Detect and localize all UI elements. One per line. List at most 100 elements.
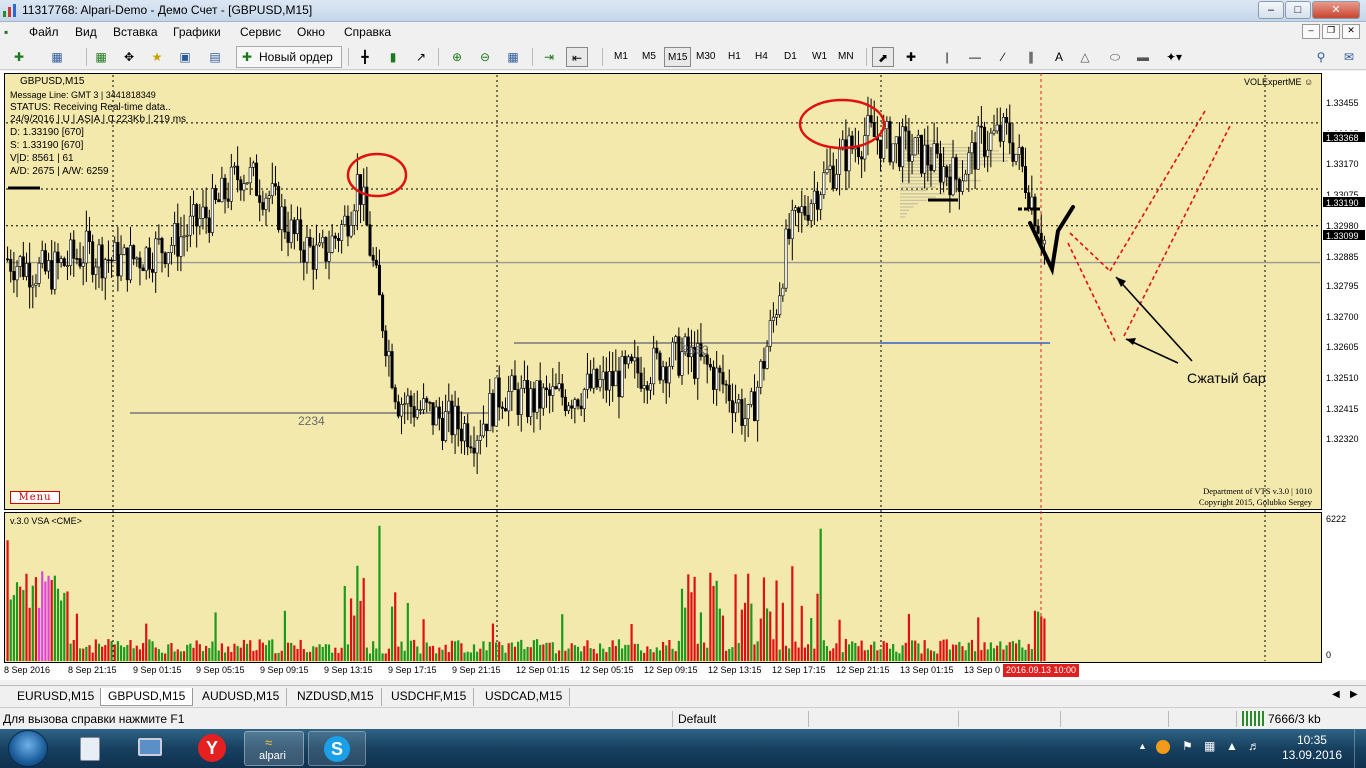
zoom-out-icon[interactable]: ⊖: [474, 47, 496, 67]
taskbar-skype[interactable]: S: [308, 731, 366, 766]
menu-button[interactable]: Menu: [10, 491, 60, 504]
time-tick-label: 9 Sep 21:15: [452, 665, 501, 675]
mdi-restore-button[interactable]: ❐: [1322, 24, 1340, 39]
time-tick-label: 9 Sep 13:15: [324, 665, 373, 675]
label-tool-icon[interactable]: △: [1074, 47, 1096, 67]
new-order-button[interactable]: ✚ Новый ордер: [236, 46, 342, 68]
volume-panel[interactable]: [4, 512, 1322, 663]
tab-audusd[interactable]: AUDUSD,M15: [195, 688, 288, 706]
search-icon[interactable]: ⚲: [1310, 47, 1332, 67]
market-watch-icon[interactable]: ▦: [90, 47, 112, 67]
navigator-icon[interactable]: ★: [146, 47, 168, 67]
start-button[interactable]: [8, 730, 48, 767]
status-separator: [958, 711, 959, 727]
tray-volume-icon[interactable]: ♬: [1248, 739, 1260, 753]
crosshair-icon[interactable]: ✥: [118, 47, 140, 67]
time-tick-label: 9 Sep 09:15: [260, 665, 309, 675]
ad-line: A/D: 2675 | A/W: 6259: [10, 165, 109, 177]
toolbar-separator: [532, 48, 533, 66]
tabs-scroll-right-icon[interactable]: ▶: [1350, 689, 1358, 700]
zoom-in-icon[interactable]: ⊕: [446, 47, 468, 67]
tile-windows-icon[interactable]: ▦: [502, 47, 524, 67]
cross-tool-icon[interactable]: ✚: [900, 47, 922, 67]
trendline-icon[interactable]: ∕: [992, 47, 1014, 67]
timeframe-d1[interactable]: D1: [781, 47, 800, 67]
menu-view[interactable]: Вид: [75, 25, 97, 39]
time-tick-label: 12 Sep 21:15: [836, 665, 890, 675]
timeframe-m30[interactable]: M30: [693, 47, 718, 67]
tab-usdcad[interactable]: USDCAD,M15: [478, 688, 571, 706]
show-desktop-button[interactable]: [1354, 729, 1366, 768]
terminal-icon[interactable]: ▣: [174, 47, 196, 67]
minimize-button[interactable]: –: [1258, 1, 1284, 19]
tray-app-icon[interactable]: [1156, 740, 1170, 754]
profiles-icon[interactable]: ▦: [46, 47, 68, 67]
mdi-close-button[interactable]: ✕: [1342, 24, 1360, 39]
menu-window[interactable]: Окно: [297, 25, 325, 39]
mdi-minimize-button[interactable]: –: [1302, 24, 1320, 39]
tabs-scroll-left-icon[interactable]: ◀: [1332, 689, 1340, 700]
volume-max-label: 6222: [1326, 514, 1347, 524]
tray-signal-icon[interactable]: ▲: [1226, 739, 1238, 753]
timeframe-m1[interactable]: M1: [611, 47, 631, 67]
vertical-line-icon[interactable]: |: [936, 47, 958, 67]
new-order-label: Новый ордер: [259, 50, 333, 64]
horizontal-line-icon[interactable]: —: [964, 47, 986, 67]
tab-usdchf[interactable]: USDCHF,M15: [384, 688, 475, 706]
d-line: D: 1.33190 [670]: [10, 127, 84, 139]
chart-shift-icon[interactable]: ⇤: [566, 47, 588, 67]
line-chart-icon[interactable]: ↗: [410, 47, 432, 67]
chat-icon[interactable]: ✉: [1338, 47, 1360, 67]
tray-network-icon[interactable]: ▦: [1204, 739, 1215, 753]
menu-file[interactable]: Файл: [29, 25, 59, 39]
tester-icon[interactable]: ▤: [204, 47, 226, 67]
candlestick-icon[interactable]: ▮: [382, 47, 404, 67]
channel-icon[interactable]: ∥: [1020, 47, 1042, 67]
shapes-menu-icon[interactable]: ✦▾: [1160, 47, 1188, 67]
profile-name: Default: [678, 712, 717, 726]
taskbar-computer[interactable]: [122, 731, 178, 766]
credits-line-2: Copyright 2015, Golubko Sergey: [1198, 497, 1312, 507]
tray-flag-icon[interactable]: ⚑: [1182, 739, 1193, 753]
menu-bar: ▪ Файл Вид Вставка Графики Сервис Окно С…: [0, 22, 1366, 42]
status-separator: [1060, 711, 1061, 727]
bar-chart-icon[interactable]: ╋: [354, 47, 376, 67]
alpari-icon: ≈: [265, 735, 273, 750]
time-tick-label: 13 Sep 01:15: [900, 665, 954, 675]
price-tick-label: 1.32700: [1326, 312, 1359, 322]
timeframe-h4[interactable]: H4: [752, 47, 771, 67]
timeframe-mn[interactable]: MN: [835, 47, 857, 67]
toolbar-separator: [86, 48, 87, 66]
vd-line: V|D: 8561 | 61: [10, 152, 74, 164]
new-chart-icon[interactable]: ✚: [8, 47, 30, 67]
tab-gbpusd[interactable]: GBPUSD,M15: [100, 688, 194, 706]
time-axis: 13 Sep 0 13 Sep 01:15 12 Sep 21:15 12 Sep 1…: [0, 663, 1366, 680]
menu-insert[interactable]: Вставка: [113, 25, 158, 39]
timeframe-h1[interactable]: H1: [725, 47, 744, 67]
autoscroll-icon[interactable]: ⇥: [538, 47, 560, 67]
cursor-icon[interactable]: ⬈: [872, 47, 894, 67]
taskbar-calculator[interactable]: [62, 731, 118, 766]
timeframe-m5[interactable]: M5: [639, 47, 659, 67]
text-tool-icon[interactable]: A: [1048, 47, 1070, 67]
time-tick-label: 8 Sep 21:15: [68, 665, 117, 675]
taskbar-yandex[interactable]: Y: [184, 731, 240, 766]
taskbar-alpari[interactable]: ≈ alpari: [244, 731, 304, 766]
timeframe-m15[interactable]: M15: [664, 47, 692, 67]
menu-help[interactable]: Справка: [344, 25, 391, 39]
price-tick-label: 1.33170: [1326, 159, 1359, 169]
menu-service[interactable]: Сервис: [240, 25, 281, 39]
close-button[interactable]: ✕: [1312, 1, 1360, 19]
tab-eurusd[interactable]: EURUSD,M15: [10, 688, 103, 706]
price-panel[interactable]: [4, 73, 1322, 510]
tray-expand-icon[interactable]: ▲: [1138, 741, 1147, 751]
menu-charts[interactable]: Графики: [173, 25, 221, 39]
timeframe-w1[interactable]: W1: [809, 47, 830, 67]
maximize-button[interactable]: □: [1285, 1, 1311, 19]
volume-zero-label: 0: [1326, 650, 1332, 660]
tab-nzdusd[interactable]: NZDUSD,M15: [290, 688, 382, 706]
rectangle-tool-icon[interactable]: ▬: [1132, 47, 1154, 67]
tray-clock[interactable]: 10:35 13.09.2016: [1282, 733, 1342, 763]
s-line: S: 1.33190 [670]: [10, 139, 84, 151]
ellipse-tool-icon[interactable]: ⬭: [1104, 47, 1126, 67]
